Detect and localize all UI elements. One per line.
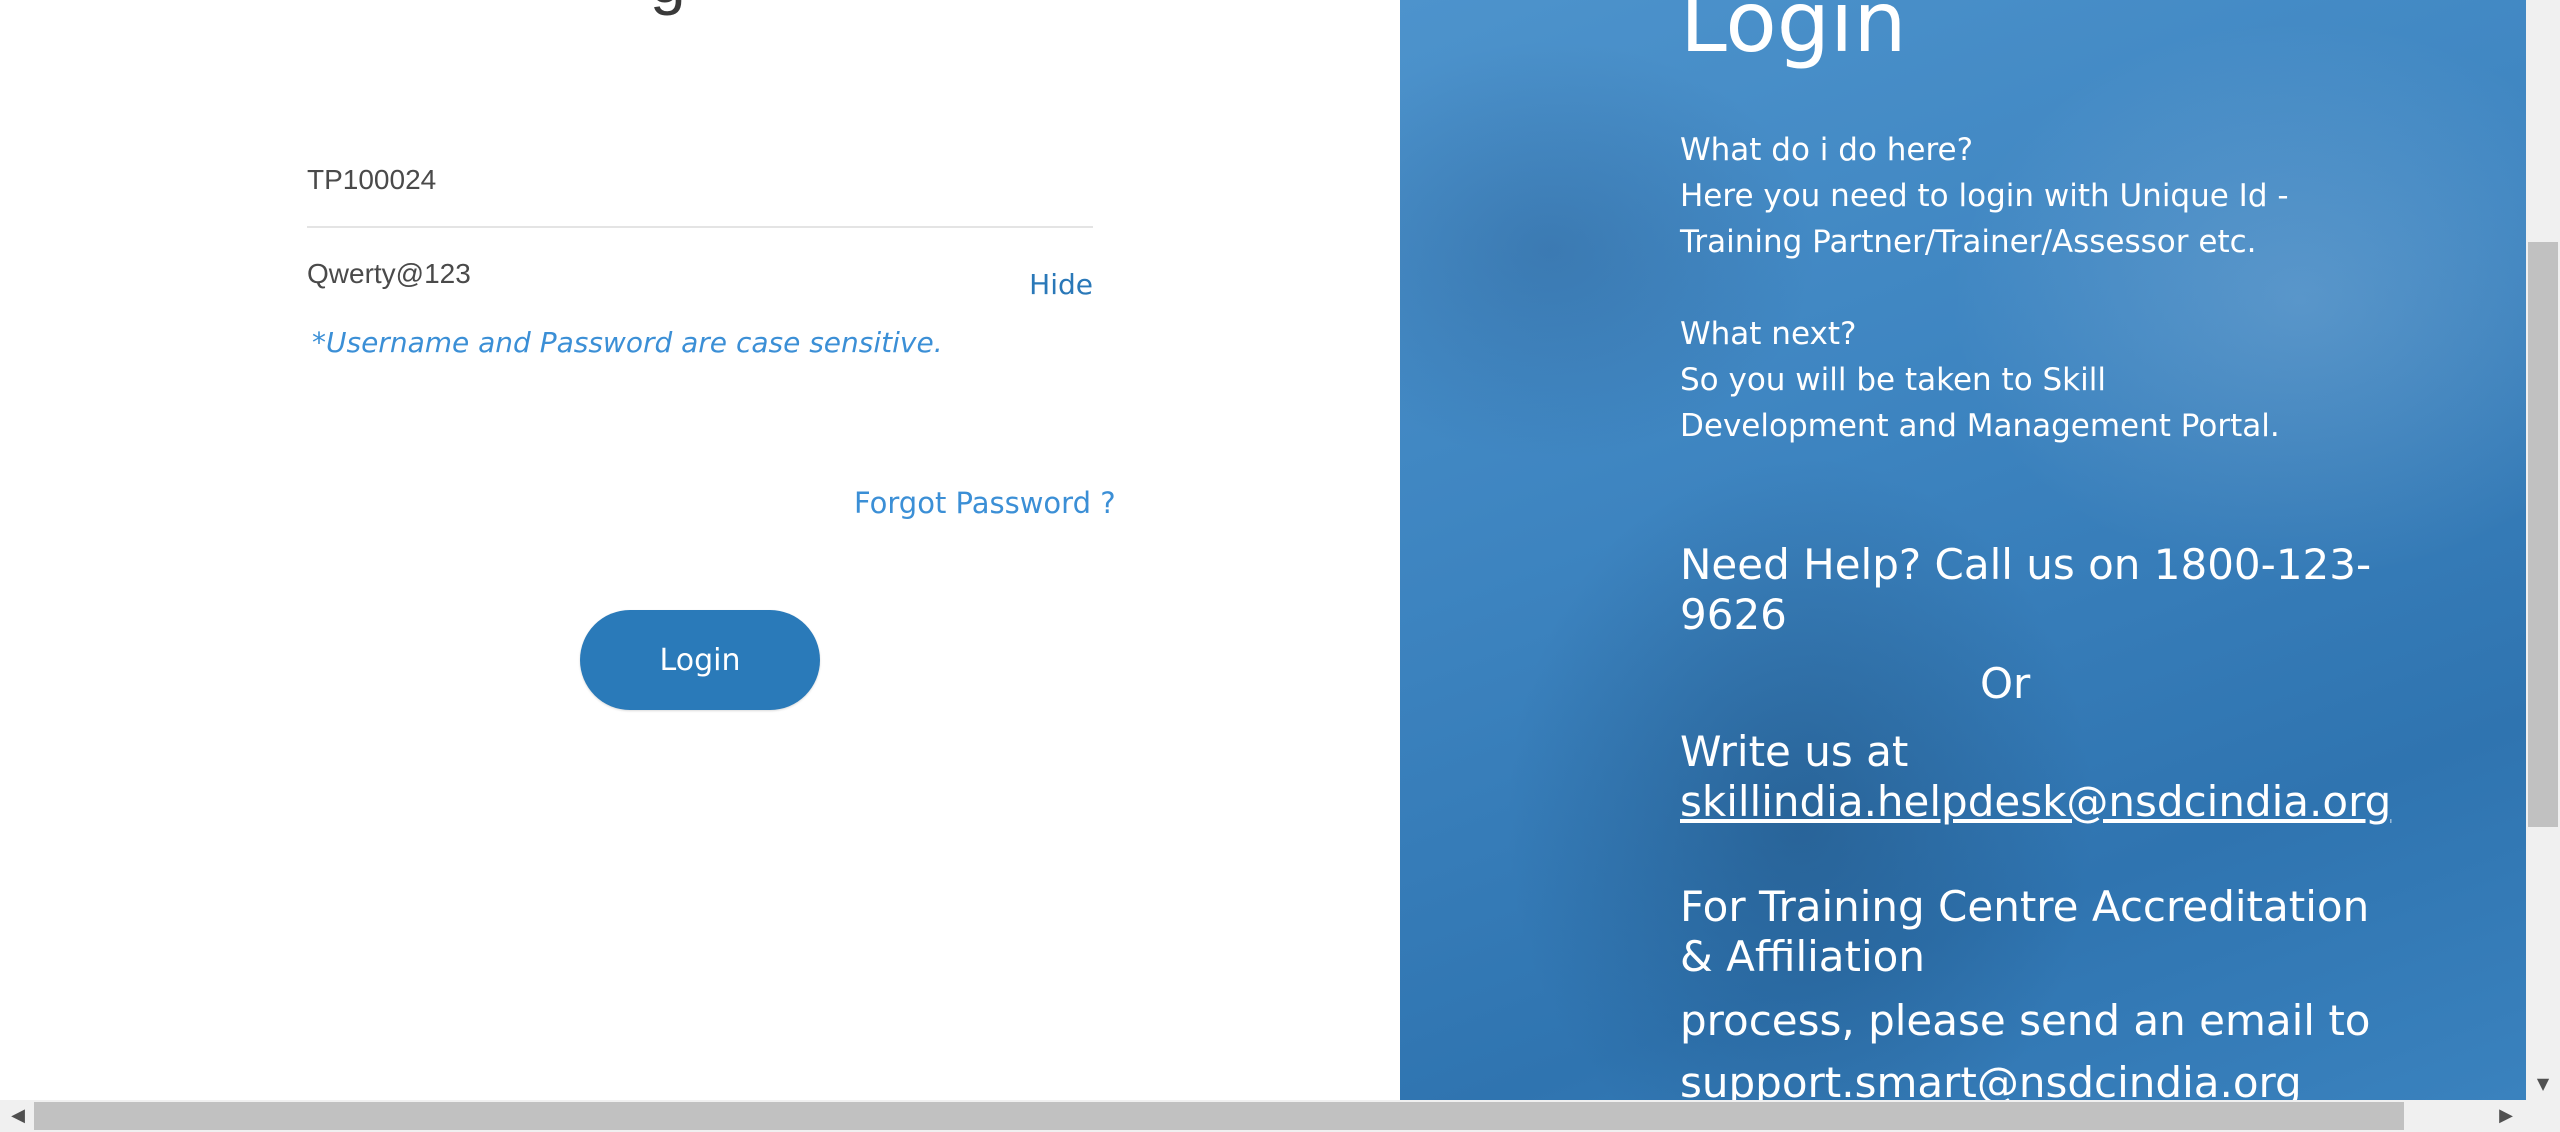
info-panel: Login What do i do here? Here you need t… xyxy=(1400,0,2526,1100)
help-phone-text: Need Help? Call us on 1800-123-9626 xyxy=(1680,540,2372,639)
login-button[interactable]: Login xyxy=(580,610,820,710)
or-separator: Or xyxy=(1980,659,2031,708)
username-value[interactable]: TP100024 xyxy=(307,164,436,196)
password-field[interactable]: Qwerty@123 Hide xyxy=(307,258,1093,318)
process-email-text: process, please send an email to xyxy=(1680,996,2371,1045)
password-value[interactable]: Qwerty@123 xyxy=(307,258,471,290)
scroll-left-arrow-icon[interactable]: ◀ xyxy=(6,1104,30,1128)
page: g TP100024 Qwerty@123 Hide *Username and… xyxy=(0,0,2560,1132)
forgot-password-link[interactable]: Forgot Password ? xyxy=(854,486,1116,520)
write-us-text: Write us at xyxy=(1680,727,1909,776)
case-sensitive-hint: *Username and Password are case sensitiv… xyxy=(312,326,943,359)
training-centre-text: For Training Centre Accreditation & Affi… xyxy=(1680,882,2370,981)
vertical-scrollbar-thumb[interactable] xyxy=(2528,242,2558,827)
scroll-right-arrow-icon[interactable]: ▶ xyxy=(2494,1104,2518,1128)
info-question-1: What do i do here? xyxy=(1680,132,1974,168)
support-email-link[interactable]: support.smart@nsdcindia.org xyxy=(1680,1058,2400,1100)
username-field[interactable]: TP100024 xyxy=(307,160,1093,228)
hide-password-toggle[interactable]: Hide xyxy=(1029,268,1093,301)
info-answer-1: Here you need to login with Unique Id - … xyxy=(1680,178,2289,260)
form-heading-fragment: g xyxy=(650,0,686,12)
scroll-down-arrow-icon[interactable]: ▼ xyxy=(2532,1074,2554,1094)
info-answer-2: So you will be taken to Skill Developmen… xyxy=(1680,362,2280,444)
login-form-panel: g TP100024 Qwerty@123 Hide *Username and… xyxy=(0,0,1400,1100)
info-question-2: What next? xyxy=(1680,316,1857,352)
horizontal-scrollbar-thumb[interactable] xyxy=(34,1102,2404,1130)
info-panel-title: Login xyxy=(1680,0,1907,71)
helpdesk-email-link[interactable]: skillindia.helpdesk@nsdcindia.org xyxy=(1680,777,2400,827)
